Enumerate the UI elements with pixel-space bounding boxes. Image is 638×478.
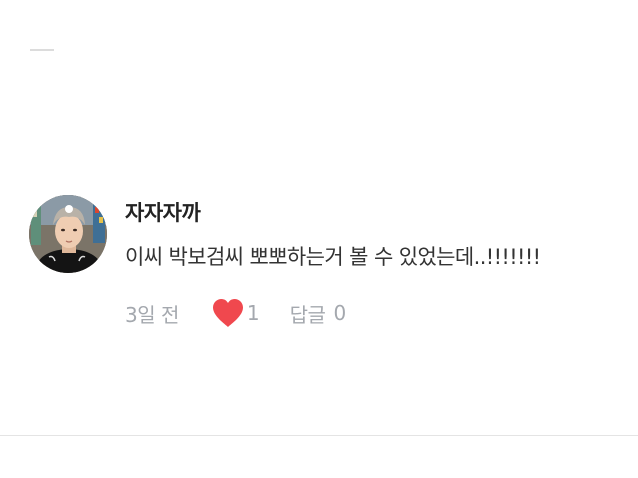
like-button[interactable]: 1 [211, 298, 260, 328]
comment-item: 자자자까 이씨 박보검씨 뽀뽀하는거 볼 수 있었는데..!!!!!!! 3일 … [0, 0, 638, 478]
comment-text: 이씨 박보검씨 뽀뽀하는거 볼 수 있었는데..!!!!!!! [125, 245, 541, 269]
comment-author[interactable]: 자자자까 [125, 197, 201, 227]
avatar[interactable] [29, 195, 107, 273]
heart-icon [212, 299, 243, 327]
comment-meta: 3일 전 1 답글 0 [125, 299, 346, 327]
bottom-divider [0, 435, 638, 436]
like-count: 1 [246, 301, 260, 325]
reply-button[interactable]: 답글 0 [289, 299, 347, 328]
reply-label: 답글 [289, 302, 326, 327]
avatar-photo [29, 195, 107, 273]
comment-time: 3일 전 [125, 302, 179, 327]
reply-count: 0 [333, 301, 346, 325]
